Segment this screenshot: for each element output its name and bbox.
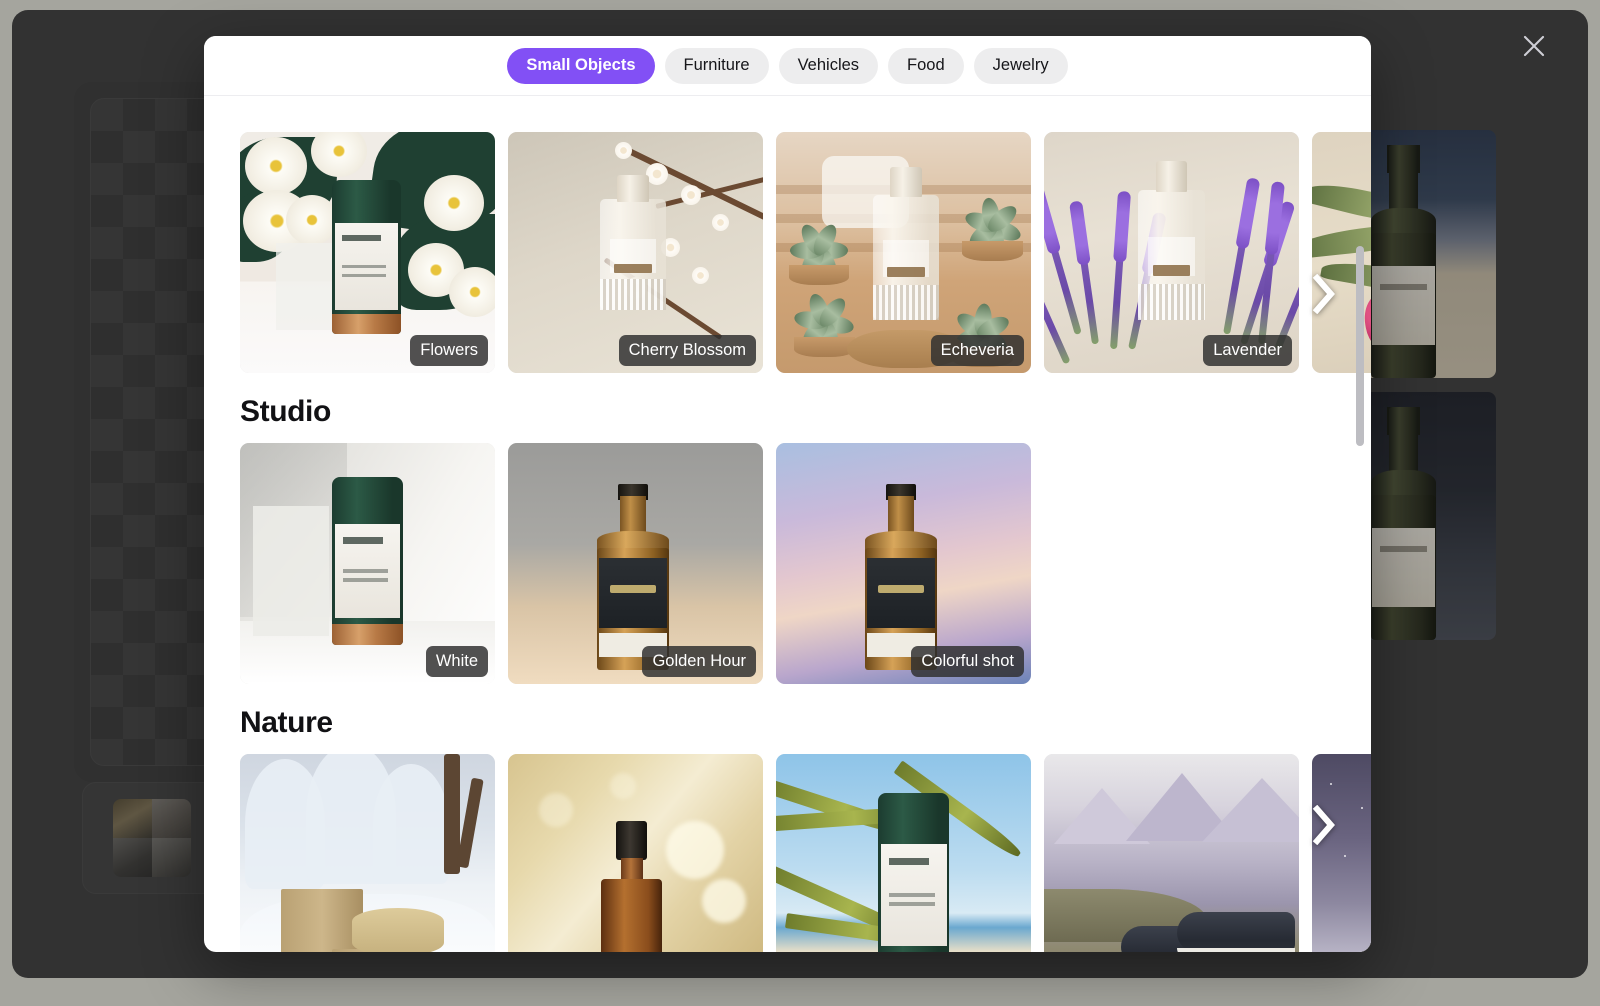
section-title: Studio	[240, 395, 1371, 429]
background-image-card[interactable]	[1360, 130, 1496, 378]
tile-caption: Echeveria	[931, 335, 1024, 367]
background-image-card[interactable]	[1360, 392, 1496, 640]
template-tile-lavender[interactable]: Lavender	[1044, 132, 1299, 373]
chevron-right-icon[interactable]	[1301, 802, 1347, 848]
template-tile-palm[interactable]	[776, 754, 1031, 952]
tab-food[interactable]: Food	[888, 48, 964, 84]
tile-caption: Lavender	[1203, 335, 1292, 367]
template-row	[240, 754, 1371, 952]
template-tile-colorful-shot[interactable]: Colorful shot	[776, 443, 1031, 684]
tile-caption: Cherry Blossom	[619, 335, 756, 367]
background-gallery	[1360, 130, 1496, 640]
close-icon[interactable]	[1516, 28, 1552, 64]
template-tile-echeveria[interactable]: Echeveria	[776, 132, 1031, 373]
template-tile-white[interactable]: White	[240, 443, 495, 684]
template-scroll-area[interactable]: Flowers	[204, 96, 1371, 952]
template-picker-modal: Small Objects Furniture Vehicles Food Je…	[204, 36, 1371, 952]
tab-vehicles[interactable]: Vehicles	[779, 48, 878, 84]
template-tile-cherry-blossom[interactable]: Cherry Blossom	[508, 132, 763, 373]
tab-furniture[interactable]: Furniture	[665, 48, 769, 84]
tile-caption: Flowers	[410, 335, 488, 367]
tab-small-objects[interactable]: Small Objects	[507, 48, 654, 84]
category-tab-bar: Small Objects Furniture Vehicles Food Je…	[204, 36, 1371, 96]
scrollbar-thumb[interactable]	[1356, 246, 1364, 446]
section-nature: Nature	[240, 706, 1371, 952]
template-row: Flowers	[240, 132, 1371, 373]
section-flowers-row: Flowers	[240, 96, 1371, 373]
page-root: Small Objects Furniture Vehicles Food Je…	[0, 0, 1600, 1006]
section-studio: Studio White	[240, 395, 1371, 684]
template-tile-golden-hour[interactable]: Golden Hour	[508, 443, 763, 684]
template-row: White G	[240, 443, 1371, 684]
tile-caption: Golden Hour	[642, 646, 756, 678]
tile-caption: White	[426, 646, 488, 678]
chevron-right-icon[interactable]	[1301, 271, 1347, 317]
template-tile-mountains[interactable]	[1044, 754, 1299, 952]
section-title: Nature	[240, 706, 1371, 740]
filmstrip-thumbnail[interactable]	[113, 799, 191, 877]
modal-scrollbar[interactable]	[1356, 106, 1364, 946]
tile-caption: Colorful shot	[911, 646, 1024, 678]
template-tile-snow[interactable]	[240, 754, 495, 952]
tab-jewelry[interactable]: Jewelry	[974, 48, 1068, 84]
template-tile-flowers[interactable]: Flowers	[240, 132, 495, 373]
template-tile-sunlight[interactable]	[508, 754, 763, 952]
